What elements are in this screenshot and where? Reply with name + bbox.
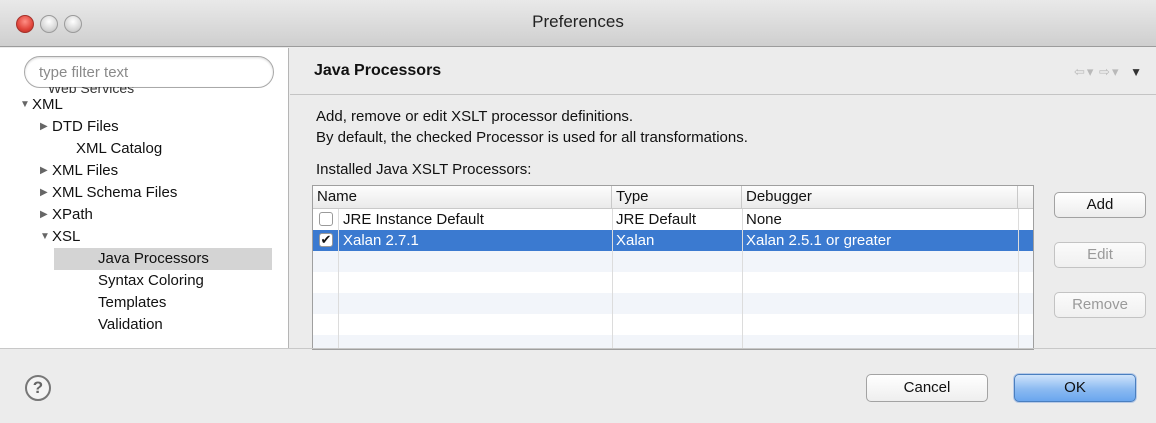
- processor-checkbox[interactable]: [319, 212, 333, 226]
- expand-arrow-icon[interactable]: ▼: [40, 226, 52, 248]
- tree-item-xpath[interactable]: ▶ XPath: [40, 204, 93, 226]
- tree-item-label: XPath: [52, 206, 93, 223]
- page-title: Java Processors: [314, 62, 442, 79]
- filter-input[interactable]: [25, 57, 273, 87]
- tree-item-label: Syntax Coloring: [98, 272, 204, 289]
- tree-item-validation[interactable]: Validation: [98, 314, 163, 336]
- column-header-debugger[interactable]: Debugger: [742, 186, 1018, 209]
- empty-table-row: [313, 272, 1033, 293]
- tree-item-label: XSL: [52, 228, 81, 245]
- column-divider: [338, 209, 339, 349]
- column-header-name[interactable]: Name: [313, 186, 612, 209]
- collapse-arrow-icon[interactable]: ▶: [40, 182, 52, 204]
- processor-name: JRE Instance Default: [343, 211, 484, 228]
- table-row-selected[interactable]: ✔ Xalan 2.7.1 Xalan Xalan 2.5.1 or great…: [313, 230, 1033, 251]
- tree-item-label: DTD Files: [52, 118, 119, 135]
- tree-item-xml-catalog[interactable]: XML Catalog: [76, 138, 162, 160]
- processor-debugger: Xalan 2.5.1 or greater: [746, 232, 892, 249]
- description-line-2: By default, the checked Processor is use…: [316, 129, 748, 146]
- expand-arrow-icon[interactable]: ▼: [20, 94, 32, 116]
- empty-table-row: [313, 293, 1033, 314]
- column-header-filler: [1018, 186, 1033, 209]
- remove-button[interactable]: Remove: [1054, 292, 1146, 318]
- tree-item-label: Validation: [98, 316, 163, 333]
- add-button[interactable]: Add: [1054, 192, 1146, 218]
- column-divider: [612, 209, 613, 349]
- tree-item-xml-files[interactable]: ▶ XML Files: [40, 160, 118, 182]
- empty-table-row: [313, 314, 1033, 335]
- tree-item-label: XML: [32, 96, 63, 113]
- processor-type: Xalan: [616, 232, 655, 249]
- installed-processors-label: Installed Java XSLT Processors:: [316, 161, 532, 178]
- page-navigation: ⇦ ▾ ⇨ ▾ ▼: [1072, 64, 1142, 80]
- processor-debugger: None: [746, 211, 782, 228]
- preference-tree-panel: Web Services ▼XML ▶DTD Files XML Catalog…: [0, 48, 289, 348]
- processors-table: Name Type Debugger JRE Instance Default …: [312, 185, 1034, 350]
- collapse-arrow-icon[interactable]: ▶: [40, 160, 52, 182]
- table-row[interactable]: JRE Instance Default JRE Default None: [313, 209, 1033, 230]
- processor-type: JRE Default: [616, 211, 697, 228]
- tree-item-xsl[interactable]: ▼ XSL: [40, 226, 80, 248]
- tree-item-xml-schema-files[interactable]: ▶ XML Schema Files: [40, 182, 177, 204]
- preference-page: Java Processors ⇦ ▾ ⇨ ▾ ▼ Add, remove or e…: [290, 48, 1156, 350]
- cancel-button[interactable]: Cancel: [866, 374, 988, 402]
- footer-divider: [0, 348, 1156, 349]
- preferences-window: Preferences Web Services ▼XML ▶DTD Files…: [0, 0, 1156, 423]
- forward-arrow-icon[interactable]: ⇨: [1099, 64, 1110, 80]
- help-icon[interactable]: ?: [25, 375, 51, 401]
- tree-item-label: Templates: [98, 294, 167, 311]
- tree-item-label: XML Catalog: [76, 140, 163, 157]
- collapse-arrow-icon[interactable]: ▶: [40, 116, 52, 138]
- description-line-1: Add, remove or edit XSLT processor defin…: [316, 108, 634, 125]
- edit-button[interactable]: Edit: [1054, 242, 1146, 268]
- forward-dropdown-icon[interactable]: ▾: [1112, 64, 1119, 80]
- tree-item-templates[interactable]: Templates: [98, 292, 166, 314]
- tree-item-java-processors[interactable]: Java Processors: [54, 248, 272, 270]
- ok-button[interactable]: OK: [1014, 374, 1136, 402]
- window-title: Preferences: [532, 12, 624, 31]
- tree-item-label: XML Schema Files: [52, 184, 178, 201]
- view-menu-icon[interactable]: ▼: [1130, 65, 1142, 79]
- tree-item-syntax-coloring[interactable]: Syntax Coloring: [98, 270, 204, 292]
- filter-field[interactable]: [24, 56, 274, 88]
- tree-item-label: XML Files: [52, 162, 119, 179]
- tree-item-label: Java Processors: [98, 250, 209, 267]
- tree-item-xml[interactable]: ▼ XML: [20, 94, 63, 116]
- page-header: Java Processors ⇦ ▾ ⇨ ▾ ▼: [290, 48, 1156, 95]
- back-arrow-icon[interactable]: ⇦: [1074, 64, 1085, 80]
- title-bar: Preferences: [0, 0, 1156, 47]
- collapse-arrow-icon[interactable]: ▶: [40, 204, 52, 226]
- back-dropdown-icon[interactable]: ▾: [1087, 64, 1094, 80]
- empty-table-row: [313, 251, 1033, 272]
- column-divider: [742, 209, 743, 349]
- column-header-type[interactable]: Type: [612, 186, 742, 209]
- tree-item-dtd-files[interactable]: ▶ DTD Files: [40, 116, 119, 138]
- processor-checkbox[interactable]: ✔: [319, 233, 333, 247]
- column-divider: [1018, 209, 1019, 349]
- processor-name: Xalan 2.7.1: [343, 232, 419, 249]
